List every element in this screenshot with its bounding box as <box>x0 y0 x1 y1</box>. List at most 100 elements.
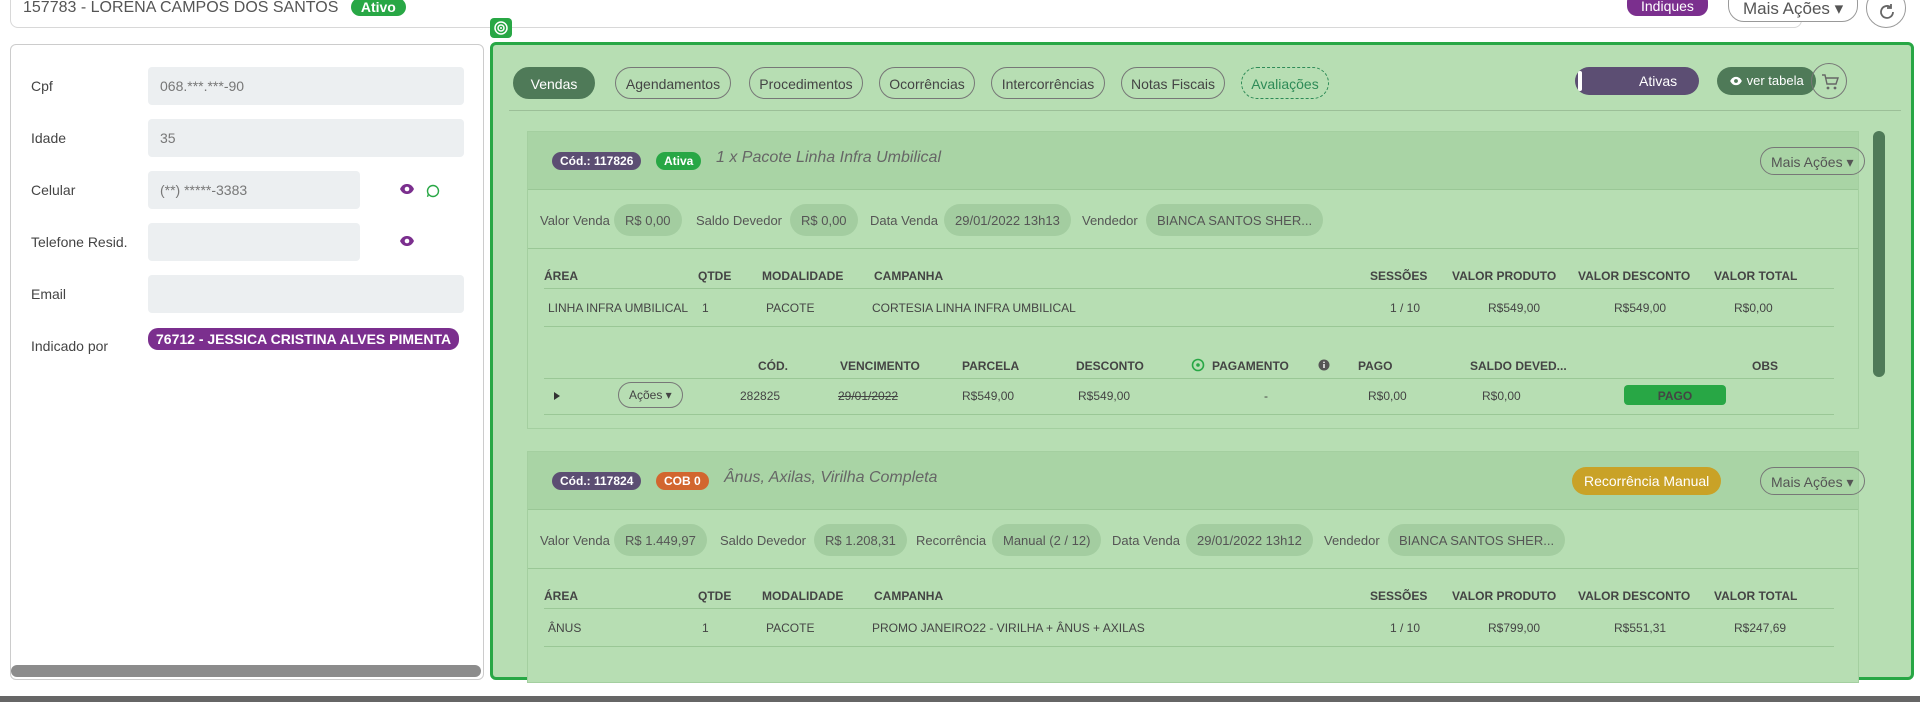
idade-label: Idade <box>31 130 67 146</box>
data-venda-value: 29/01/2022 13h12 <box>1186 524 1313 556</box>
acoes-button[interactable]: Ações ▾ <box>618 382 683 408</box>
col-sessoes: SESSÕES <box>1370 589 1428 603</box>
sale-code-badge: Cód.: 117824 <box>552 472 642 490</box>
vertical-scrollbar[interactable] <box>1873 131 1885 377</box>
tab-procedimentos[interactable]: Procedimentos <box>749 67 863 99</box>
valor-venda-value: R$ 1.449,97 <box>614 524 707 556</box>
tab-notas-fiscais[interactable]: Notas Fiscais <box>1121 67 1225 99</box>
col-qtde: QTDE <box>698 589 732 603</box>
eye-icon[interactable] <box>399 183 415 195</box>
celular-row: Celular (**) *****-3383 <box>31 171 471 209</box>
tab-ocorrencias[interactable]: Ocorrências <box>879 67 975 99</box>
email-field[interactable] <box>148 275 464 313</box>
cart-icon <box>1822 74 1839 90</box>
horizontal-scrollbar[interactable] <box>11 665 481 677</box>
bottom-scrollbar[interactable] <box>0 696 1920 702</box>
mais-acoes-button[interactable]: Mais Ações ▾ <box>1760 147 1865 175</box>
cell-modalidade: PACOTE <box>766 301 815 315</box>
tab-avaliacoes[interactable]: Avaliações <box>1241 67 1329 99</box>
col-vencimento: VENCIMENTO <box>840 359 920 373</box>
items-header: ÁREA QTDE MODALIDADE CAMPANHA SESSÕES VA… <box>544 260 1834 290</box>
col-valor-produto: VALOR PRODUTO <box>1452 589 1557 603</box>
col-valor-desconto: VALOR DESCONTO <box>1578 269 1691 283</box>
col-campanha: CAMPANHA <box>874 269 944 283</box>
ativas-toggle[interactable]: Ativas <box>1575 67 1699 95</box>
expand-icon[interactable] <box>552 391 562 401</box>
patient-name: 157783 - LORENA CAMPOS DOS SANTOS <box>23 0 339 16</box>
patient-info-panel: Cpf 068.***.***-90 Idade 35 Celular (**)… <box>10 44 484 680</box>
celular-field[interactable]: (**) *****-3383 <box>148 171 360 209</box>
vendedor-value: BIANCA SANTOS SHER... <box>1146 204 1324 236</box>
cell-area: ÂNUS <box>548 621 582 635</box>
vendedor-label: Vendedor <box>1082 213 1138 228</box>
recorrencia-manual-button[interactable]: Recorrência Manual <box>1572 467 1722 495</box>
info-icon[interactable] <box>1318 359 1330 371</box>
mais-acoes-header-button[interactable]: Mais Ações ▾ <box>1728 0 1859 22</box>
cpf-field[interactable]: 068.***.***-90 <box>148 67 464 105</box>
saldo-devedor-value: R$ 0,00 <box>790 204 858 236</box>
ver-tabela-button[interactable]: ver tabela <box>1717 67 1816 95</box>
target-icon <box>1191 358 1205 372</box>
recorrencia-label: Recorrência <box>916 533 987 548</box>
sale-status-badge: Ativa <box>656 152 702 170</box>
cell-qtde: 1 <box>702 301 709 315</box>
row-divider <box>544 414 1834 415</box>
sale-code-badge: Cód.: 117826 <box>552 152 642 170</box>
cell-sessoes: 1 / 10 <box>1390 621 1421 635</box>
cpf-row: Cpf 068.***.***-90 <box>31 67 471 105</box>
cart-button[interactable] <box>1811 63 1847 99</box>
tab-vendas[interactable]: Vendas <box>513 67 595 99</box>
col-sessoes: SESSÕES <box>1370 269 1428 283</box>
col-obs: OBS <box>1752 359 1779 373</box>
col-pago: PAGO <box>1358 359 1393 373</box>
toggle-knob <box>1578 71 1582 91</box>
cell-vencimento: 29/01/2022 <box>838 389 899 403</box>
row-divider <box>544 646 1834 647</box>
saldo-devedor-label: Saldo Devedor <box>696 213 782 228</box>
tabs-divider <box>509 110 1901 111</box>
data-venda-label: Data Venda <box>1112 533 1180 548</box>
col-valor-total: VALOR TOTAL <box>1714 589 1798 603</box>
saldo-devedor-label: Saldo Devedor <box>720 533 806 548</box>
sale-card: Cód.: 117824 COB 0 Ânus, Axilas, Virilha… <box>527 451 1865 683</box>
telefone-row: Telefone Resid. <box>31 223 471 261</box>
telefone-field[interactable] <box>148 223 360 261</box>
email-label: Email <box>31 286 67 302</box>
cell-area: LINHA INFRA UMBILICAL <box>548 301 689 315</box>
indiques-button[interactable]: Indiques <box>1627 0 1708 16</box>
table-row: LINHA INFRA UMBILICAL 1 PACOTE CORTESIA … <box>544 292 1834 322</box>
items-header: ÁREA QTDE MODALIDADE CAMPANHA SESSÕES VA… <box>544 580 1834 610</box>
col-saldo-devedor: SALDO DEVED... <box>1470 359 1567 373</box>
cell-desconto: R$549,00 <box>1078 389 1131 403</box>
refresh-button[interactable] <box>1866 0 1906 28</box>
col-valor-produto: VALOR PRODUTO <box>1452 269 1557 283</box>
target-marker <box>490 18 512 38</box>
sale-title: Ânus, Axilas, Virilha Completa <box>724 469 938 486</box>
cell-pagamento: - <box>1264 389 1268 403</box>
valor-venda-value: R$ 0,00 <box>614 204 682 236</box>
cell-modalidade: PACOTE <box>766 621 815 635</box>
cell-sessoes: 1 / 10 <box>1390 301 1421 315</box>
cell-saldo: R$0,00 <box>1482 389 1521 403</box>
cell-campanha: CORTESIA LINHA INFRA UMBILICAL <box>872 301 1076 315</box>
mais-acoes-button[interactable]: Mais Ações ▾ <box>1760 467 1865 495</box>
whatsapp-icon[interactable] <box>426 184 440 198</box>
col-qtde: QTDE <box>698 269 732 283</box>
cell-valor-produto: R$549,00 <box>1488 301 1541 315</box>
cell-campanha: PROMO JANEIRO22 - VIRILHA + ÂNUS + AXILA… <box>872 621 1145 635</box>
eye-icon[interactable] <box>399 235 415 247</box>
tab-agendamentos[interactable]: Agendamentos <box>615 67 731 99</box>
ativas-label: Ativas <box>1639 73 1678 89</box>
refresh-icon <box>1880 4 1894 19</box>
saldo-devedor-value: R$ 1.208,31 <box>814 524 907 556</box>
col-parcela: PARCELA <box>962 359 1020 373</box>
tab-intercorrencias[interactable]: Intercorrências <box>991 67 1105 99</box>
cell-qtde: 1 <box>702 621 709 635</box>
patient-status-badge: Ativo <box>350 0 406 16</box>
target-icon <box>494 21 508 35</box>
idade-field[interactable]: 35 <box>148 119 464 157</box>
cell-valor-desconto: R$551,31 <box>1614 621 1667 635</box>
col-valor-total: VALOR TOTAL <box>1714 269 1798 283</box>
patient-header: 157783 - LORENA CAMPOS DOS SANTOS Ativo <box>10 0 1802 28</box>
indicado-badge[interactable]: 76712 - JESSICA CRISTINA ALVES PIMENTA <box>148 328 460 350</box>
